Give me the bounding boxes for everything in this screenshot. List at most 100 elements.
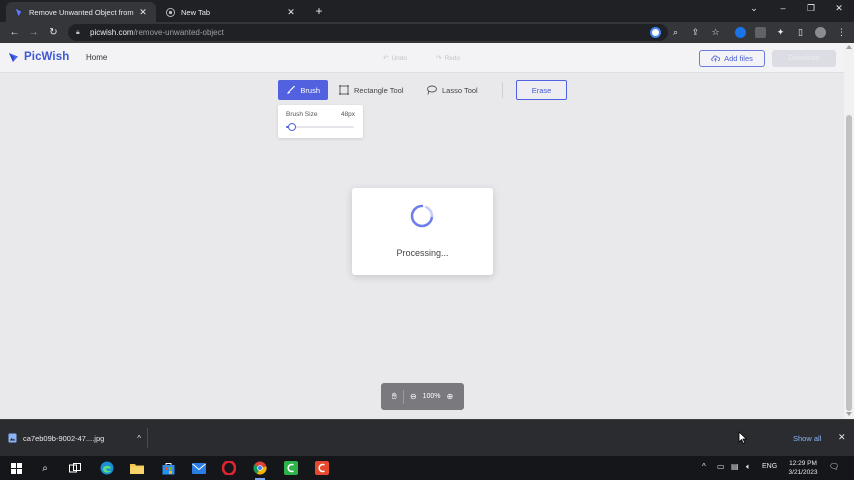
extension-blue-icon[interactable] — [735, 27, 746, 38]
lasso-tool-label: Lasso Tool — [442, 85, 478, 95]
volume-tray-icon[interactable]: 🔈︎ — [746, 462, 751, 472]
browser-menu-icon[interactable]: ⋮ — [836, 27, 847, 38]
url-path: /remove-unwanted-object — [133, 28, 224, 37]
rectangle-tool-label: Rectangle Tool — [354, 85, 404, 95]
forward-arrow-icon[interactable]: → — [27, 26, 40, 39]
microsoft-store-icon[interactable] — [160, 460, 176, 476]
erase-button[interactable]: Erase — [516, 80, 567, 100]
nav-home-link[interactable]: Home — [86, 53, 107, 62]
picwish-favicon-icon — [14, 8, 23, 17]
picwish-logo[interactable]: PicWish — [8, 51, 69, 63]
brush-size-value: 48px — [340, 111, 355, 118]
zoom-out-icon[interactable]: ⊖ — [410, 392, 417, 401]
processing-message: Processing... — [396, 248, 449, 258]
show-all-downloads-link[interactable]: Show all — [793, 434, 821, 443]
task-view-icon[interactable] — [67, 460, 83, 476]
windows-taskbar: ⌕ ^ ▭ ▤ 🔈︎ ENG 12:29 PM 3/21/2023 🗨︎ — [0, 456, 854, 480]
download-shelf: ca7eb09b-9002-47....jpg ^ Show all ✕ — [0, 419, 854, 456]
redo-icon: ↷ — [436, 55, 442, 62]
window-close-icon[interactable]: ✕ — [832, 3, 846, 14]
redo-button[interactable]: ↷ Redo — [436, 54, 460, 63]
lasso-tool-button[interactable]: Lasso Tool — [418, 80, 490, 100]
display-tray-icon[interactable]: ▭ — [717, 462, 725, 471]
close-shelf-icon[interactable]: ✕ — [838, 432, 846, 443]
url-host: picwish.com — [90, 28, 134, 37]
scroll-up-arrow-icon[interactable] — [846, 45, 852, 49]
reload-icon[interactable]: ↻ — [47, 26, 60, 39]
zoom-magnifier-icon[interactable]: ⌕ — [670, 27, 681, 38]
brush-size-label: Brush Size — [286, 111, 318, 118]
mail-icon[interactable] — [191, 460, 207, 476]
zoom-divider — [402, 389, 404, 404]
brush-size-panel: Brush Size 48px — [278, 105, 363, 138]
download-file-name: ca7eb09b-9002-47....jpg — [23, 433, 105, 443]
loading-spinner-icon — [410, 204, 434, 228]
download-button[interactable]: Download — [772, 50, 836, 67]
notifications-icon[interactable]: 🗨︎ — [829, 462, 839, 471]
download-options-chevron-icon[interactable]: ^ — [137, 434, 141, 443]
profile-avatar-icon[interactable] — [815, 27, 826, 38]
processing-dialog: Processing... — [352, 188, 493, 275]
extensions-puzzle-icon[interactable]: ✦ — [775, 27, 786, 38]
show-hidden-icons-chevron-icon[interactable]: ^ — [702, 462, 706, 471]
network-tray-icon[interactable]: ▤ — [731, 462, 739, 471]
page-scrollbar[interactable] — [844, 43, 854, 419]
brush-icon — [286, 85, 295, 94]
file-explorer-icon[interactable] — [129, 460, 145, 476]
share-icon[interactable]: ⇪ — [690, 27, 701, 38]
zoom-in-icon[interactable]: ⊕ — [447, 392, 454, 401]
brush-size-slider-handle[interactable] — [288, 123, 296, 131]
rectangle-tool-button[interactable]: Rectangle Tool — [331, 80, 417, 100]
tab-picwish[interactable]: Remove Unwanted Object from ✕ — [6, 2, 156, 22]
tab-close-icon[interactable]: ✕ — [286, 7, 296, 18]
redo-label: Redo — [444, 54, 460, 62]
lasso-icon — [427, 85, 437, 95]
cloud-upload-icon — [711, 55, 721, 62]
tab-new-tab[interactable]: New Tab ✕ — [158, 2, 304, 22]
windows-start-icon[interactable] — [8, 460, 24, 476]
brush-size-slider[interactable] — [286, 123, 354, 131]
search-icon[interactable]: ⌕ — [37, 460, 53, 476]
lock-icon: 🔒︎ — [76, 28, 80, 36]
restore-icon[interactable]: ❐ — [804, 3, 818, 14]
hand-pan-icon[interactable]: ✋︎ — [392, 391, 397, 402]
back-arrow-icon[interactable]: ← — [8, 26, 21, 39]
rectangle-tool-icon — [339, 85, 349, 95]
scroll-down-arrow-icon[interactable] — [846, 412, 852, 416]
new-tab-plus-icon[interactable]: + — [312, 4, 326, 18]
add-files-button[interactable]: Add files — [699, 50, 765, 67]
app-header: PicWish Home ↶ Undo ↷ Redo Add files Downl… — [0, 43, 844, 73]
browser-toolbar: ← → ↻ 🔒︎ picwish.com/remove-unwanted-obj… — [0, 22, 854, 43]
tab-title: New Tab — [181, 7, 211, 17]
browser-tab-strip: Remove Unwanted Object from ✕ New Tab ✕ … — [0, 0, 854, 22]
minimize-icon[interactable]: – — [776, 3, 790, 13]
tab-close-icon[interactable]: ✕ — [138, 7, 148, 18]
green-app-icon[interactable] — [283, 460, 299, 476]
edge-browser-icon[interactable] — [99, 460, 115, 476]
bookmark-star-icon[interactable]: ☆ — [710, 27, 721, 38]
address-bar[interactable]: 🔒︎ picwish.com/remove-unwanted-object — [68, 24, 668, 41]
chrome-browser-icon[interactable] — [252, 460, 268, 480]
red-app-icon[interactable] — [314, 460, 330, 476]
toolbar-divider — [502, 82, 503, 98]
clock-time: 12:29 PM — [789, 460, 817, 467]
clock-date: 3/21/2023 — [788, 469, 818, 476]
opera-browser-icon[interactable] — [221, 460, 237, 476]
google-icon[interactable] — [650, 27, 661, 38]
brush-tool-label: Brush — [300, 85, 320, 95]
undo-icon: ↶ — [383, 55, 389, 62]
tab-title: Remove Unwanted Object from — [29, 7, 134, 17]
download-item[interactable]: ca7eb09b-9002-47....jpg ^ — [8, 428, 148, 448]
image-file-icon — [8, 433, 17, 443]
add-files-label: Add files — [724, 54, 753, 63]
extension-gray-icon[interactable] — [755, 27, 766, 38]
scrollbar-thumb[interactable] — [846, 115, 852, 411]
tab-search-chevron-icon[interactable]: ⌄ — [747, 3, 761, 14]
input-language[interactable]: ENG — [762, 463, 777, 470]
picwish-logo-icon — [9, 53, 18, 62]
brush-tool-button[interactable]: Brush — [278, 80, 328, 100]
side-panel-icon[interactable]: ▯ — [795, 27, 806, 38]
undo-button[interactable]: ↶ Undo — [383, 54, 407, 63]
system-clock[interactable]: 12:29 PM 3/21/2023 — [787, 459, 819, 477]
undo-label: Undo — [391, 54, 407, 62]
